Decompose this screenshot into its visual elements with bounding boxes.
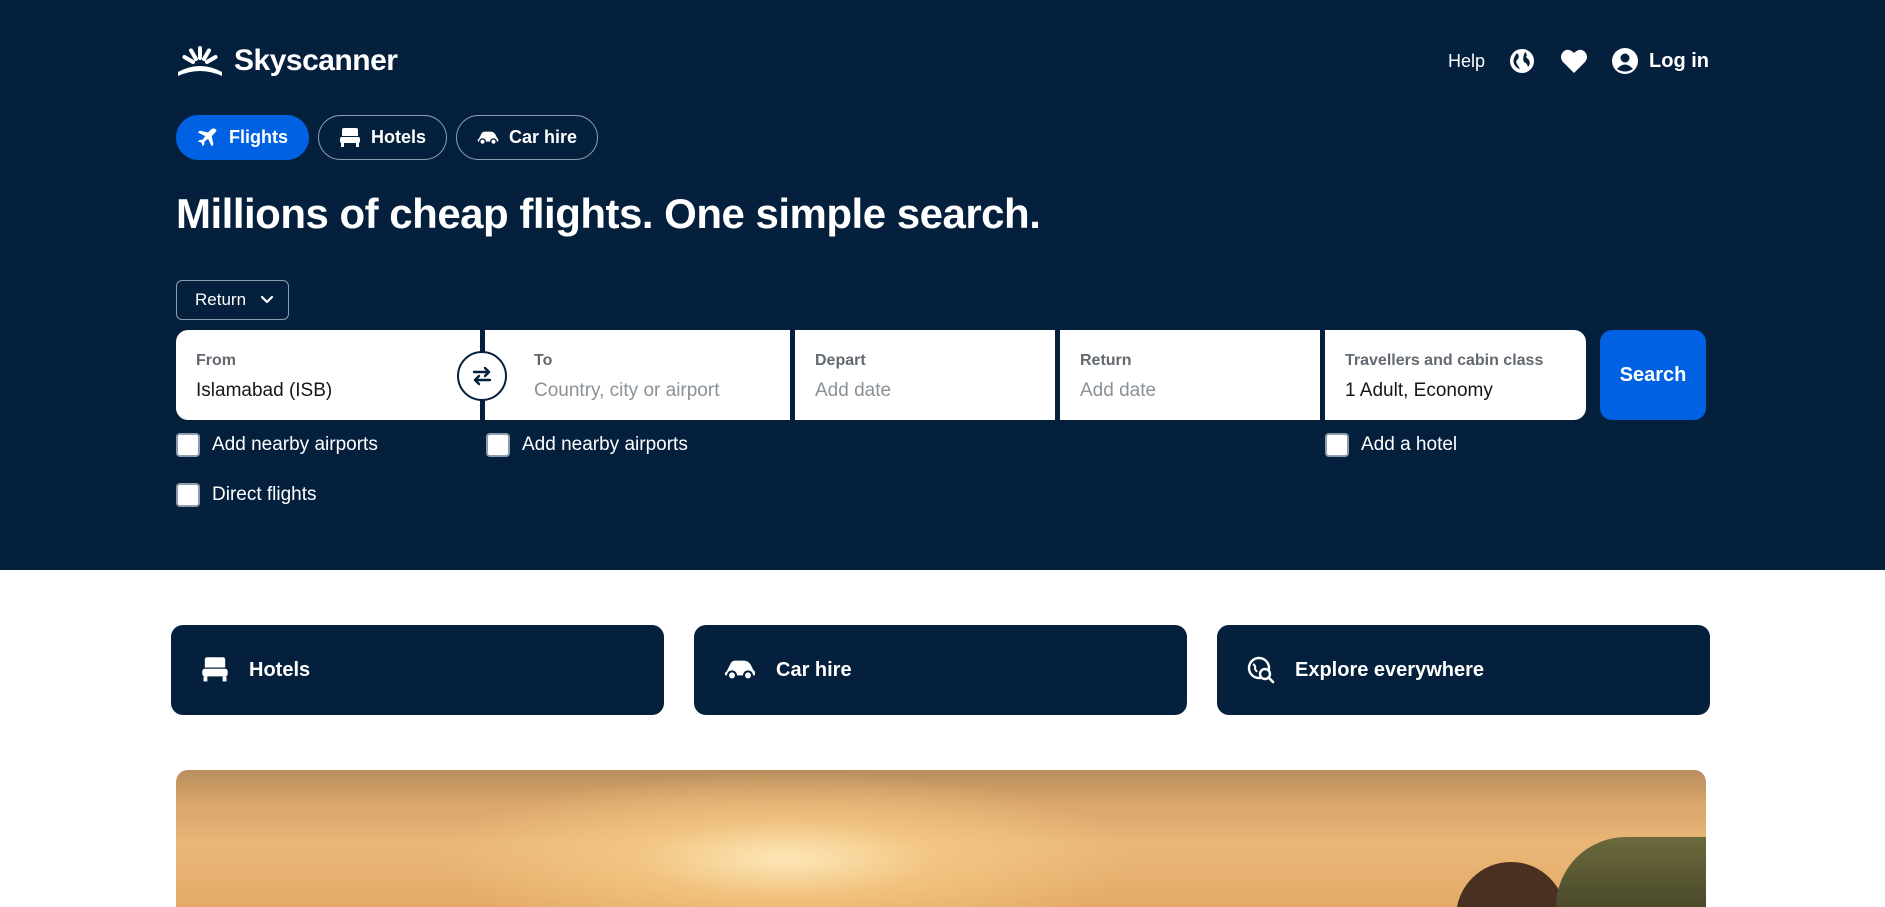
- return-label: Return: [1080, 352, 1132, 369]
- car-icon: [724, 660, 756, 681]
- car-hire-card[interactable]: Car hire: [694, 625, 1187, 715]
- depart-label: Depart: [815, 352, 866, 369]
- trip-type-value: Return: [195, 290, 247, 309]
- direct-flights-option[interactable]: Direct flights: [176, 483, 317, 507]
- tab-hotels[interactable]: Hotels: [318, 115, 448, 160]
- explore-icon: [1247, 656, 1275, 684]
- product-tabs: Flights Hotels Car hire: [176, 115, 599, 160]
- add-hotel-label: Add a hotel: [1361, 434, 1458, 455]
- banner-hill: [1556, 837, 1706, 907]
- page-headline: Millions of cheap flights. One simple se…: [176, 190, 1041, 237]
- from-label: From: [196, 352, 236, 369]
- promo-banner-image: [176, 770, 1706, 907]
- hotels-card-label: Hotels: [249, 658, 311, 681]
- plane-icon: [197, 127, 217, 146]
- sun-logo-icon: [178, 46, 222, 76]
- user-icon: [1612, 48, 1639, 74]
- to-label: To: [534, 352, 553, 369]
- search-button[interactable]: Search: [1600, 330, 1706, 420]
- direct-flights-label: Direct flights: [212, 484, 317, 505]
- explore-everywhere-card-label: Explore everywhere: [1295, 658, 1484, 681]
- travellers-value[interactable]: 1 Adult, Economy: [1345, 380, 1566, 402]
- from-field[interactable]: From Islamabad (ISB): [176, 330, 480, 420]
- tab-flights-label: Flights: [229, 127, 288, 147]
- nearby-airports-from-label: Add nearby airports: [212, 434, 378, 455]
- travellers-field[interactable]: Travellers and cabin class 1 Adult, Econ…: [1325, 330, 1586, 420]
- depart-input[interactable]: Add date: [815, 380, 1035, 402]
- trip-type-select[interactable]: Return: [176, 280, 289, 320]
- nearby-airports-to-option[interactable]: Add nearby airports: [486, 433, 688, 457]
- chevron-down-icon: [260, 295, 274, 304]
- login-button[interactable]: Log in: [1611, 47, 1709, 75]
- logo-text: Skyscanner: [234, 44, 398, 77]
- bed-icon: [340, 127, 360, 147]
- bed-icon: [202, 657, 228, 682]
- car-icon: [477, 131, 499, 145]
- explore-everywhere-card[interactable]: Explore everywhere: [1217, 625, 1710, 715]
- tab-flights[interactable]: Flights: [176, 115, 309, 160]
- add-hotel-checkbox[interactable]: [1325, 433, 1349, 457]
- help-link[interactable]: Help: [1448, 51, 1485, 72]
- swap-locations-button[interactable]: [457, 351, 507, 401]
- swap-icon: [472, 366, 492, 386]
- login-label: Log in: [1649, 49, 1709, 72]
- nearby-airports-from-option[interactable]: Add nearby airports: [176, 433, 378, 457]
- nearby-airports-to-label: Add nearby airports: [522, 434, 688, 455]
- return-input[interactable]: Add date: [1080, 380, 1300, 402]
- tab-car-hire-label: Car hire: [509, 127, 578, 147]
- tab-hotels-label: Hotels: [371, 127, 427, 147]
- nearby-airports-to-checkbox[interactable]: [486, 433, 510, 457]
- depart-field[interactable]: Depart Add date: [795, 330, 1055, 420]
- heart-icon[interactable]: [1559, 46, 1589, 76]
- banner-sunlight: [436, 770, 1136, 907]
- add-hotel-option[interactable]: Add a hotel: [1325, 433, 1457, 457]
- to-field[interactable]: To Country, city or airport: [485, 330, 790, 420]
- banner-person: [1456, 862, 1566, 907]
- nearby-airports-from-checkbox[interactable]: [176, 433, 200, 457]
- from-value[interactable]: Islamabad (ISB): [196, 380, 460, 402]
- travellers-label: Travellers and cabin class: [1345, 352, 1544, 369]
- return-field[interactable]: Return Add date: [1060, 330, 1320, 420]
- tab-car-hire[interactable]: Car hire: [456, 115, 599, 160]
- hotels-card[interactable]: Hotels: [171, 625, 664, 715]
- skyscanner-logo[interactable]: Skyscanner: [176, 44, 398, 78]
- globe-icon[interactable]: [1507, 46, 1537, 76]
- direct-flights-checkbox[interactable]: [176, 483, 200, 507]
- header-actions: Help Log in: [1448, 46, 1709, 76]
- to-input[interactable]: Country, city or airport: [534, 380, 770, 402]
- car-hire-card-label: Car hire: [776, 658, 852, 681]
